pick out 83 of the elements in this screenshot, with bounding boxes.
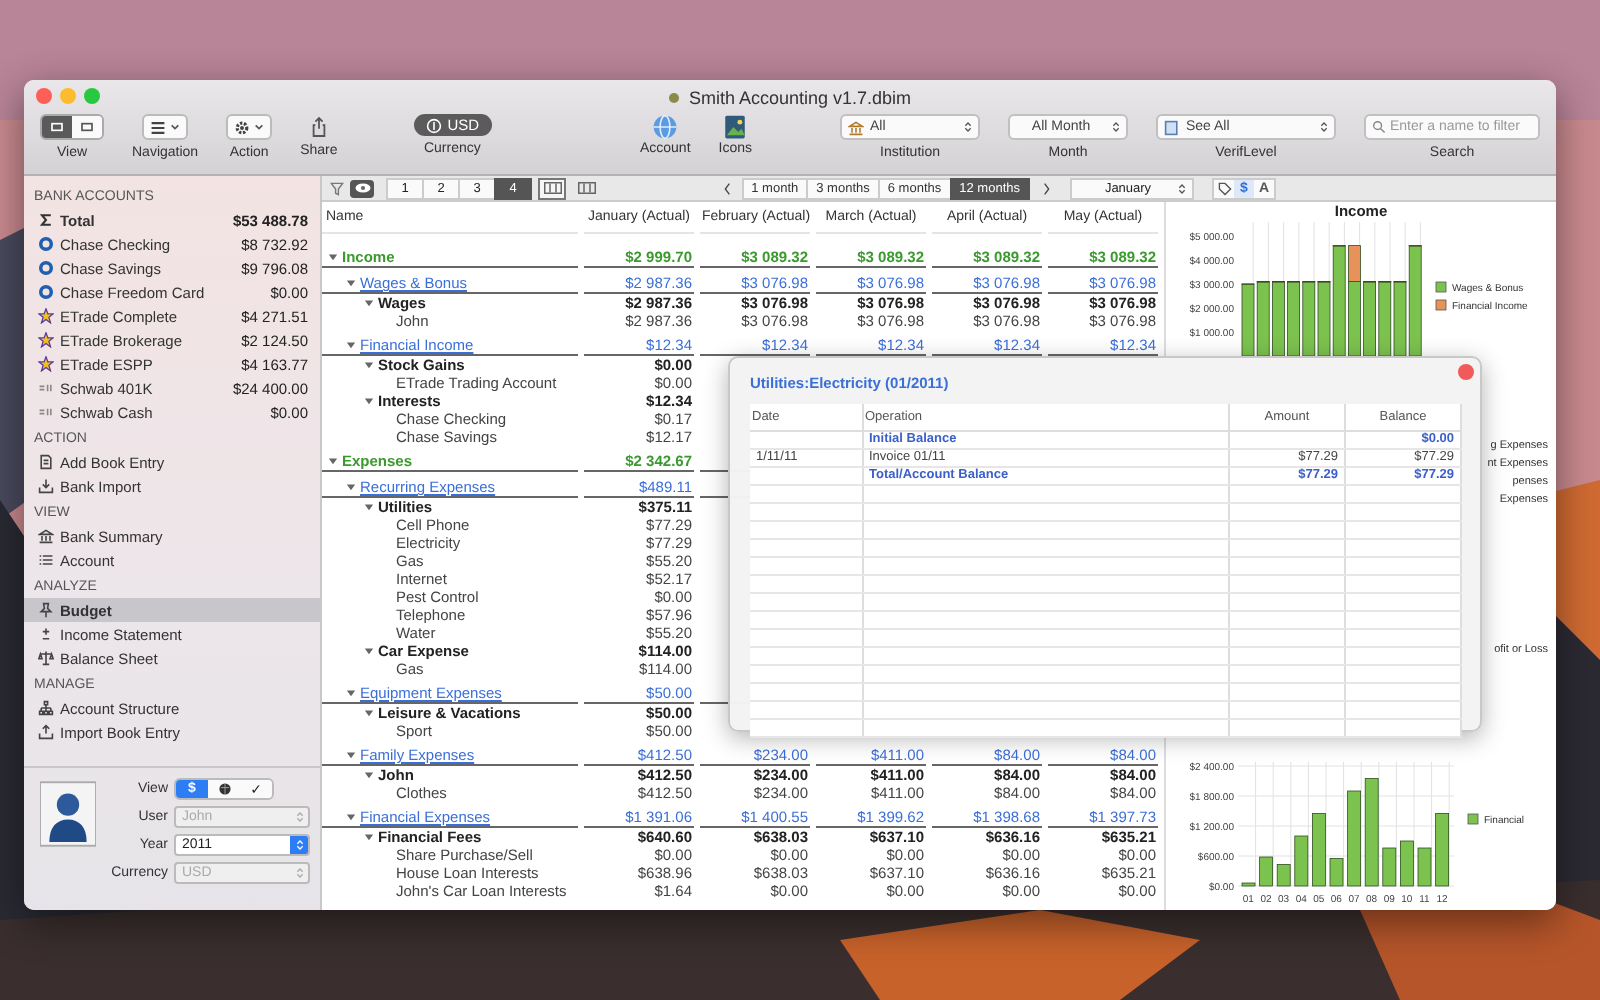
bank-icon <box>38 528 54 544</box>
disclosure-icon[interactable] <box>364 298 374 308</box>
view-mode-button[interactable] <box>42 116 72 138</box>
bar <box>1259 856 1273 887</box>
bar <box>1294 835 1309 887</box>
disclosure-icon[interactable] <box>346 688 356 698</box>
close-button[interactable] <box>1458 364 1474 380</box>
bar <box>1382 847 1397 887</box>
document-icon <box>38 454 54 470</box>
image-icon[interactable] <box>722 114 749 140</box>
navigation-button[interactable] <box>142 114 189 140</box>
columns-icon <box>577 182 595 194</box>
window-title: Smith Accounting v1.7.dbim <box>688 87 912 107</box>
disclosure-icon[interactable] <box>328 456 338 466</box>
up-down-icon <box>295 838 303 852</box>
bar <box>1435 813 1449 887</box>
caret-icon <box>254 122 265 132</box>
pin-icon <box>38 602 54 618</box>
up-down-icon <box>1320 120 1328 134</box>
star-icon <box>38 332 54 348</box>
disclosure-icon[interactable] <box>364 396 374 406</box>
download-icon <box>38 478 54 494</box>
scale-icon <box>38 650 54 666</box>
hierarchy-icon <box>38 700 54 716</box>
columns-icon <box>543 182 561 194</box>
bar <box>1347 790 1361 887</box>
up-down-icon <box>1112 120 1120 134</box>
up-down-icon <box>1178 181 1186 195</box>
disclosure-icon[interactable] <box>364 646 374 656</box>
caret-icon <box>170 122 181 132</box>
layout-button[interactable] <box>538 177 566 199</box>
window-icon <box>80 122 94 132</box>
bank-icon <box>848 119 864 135</box>
star-icon <box>38 308 54 324</box>
document-icon <box>668 91 681 103</box>
tag-button[interactable] <box>1214 179 1234 197</box>
user-silhouette-icon <box>40 780 96 848</box>
eye-icon <box>353 182 371 194</box>
window-icon <box>50 122 64 132</box>
page-icon <box>1164 119 1180 135</box>
up-down-icon <box>964 120 972 134</box>
up-down-icon <box>295 810 303 824</box>
up-down-icon <box>295 866 303 880</box>
globe-button[interactable] <box>208 780 240 798</box>
disclosure-icon[interactable] <box>364 502 374 512</box>
eye-button[interactable] <box>350 179 374 197</box>
bar <box>1241 882 1256 887</box>
chevron-left-icon <box>723 181 732 195</box>
plus-minus-icon <box>38 626 54 642</box>
lines-icon <box>38 380 54 396</box>
list-icon <box>38 552 54 568</box>
disclosure-icon[interactable] <box>364 708 374 718</box>
disclosure-icon[interactable] <box>364 360 374 370</box>
disclosure-icon[interactable] <box>364 770 374 780</box>
share-icon[interactable] <box>309 116 328 138</box>
filter-icon[interactable] <box>330 181 344 195</box>
bar <box>1400 840 1414 887</box>
bar <box>1276 864 1291 887</box>
action-button[interactable] <box>226 114 273 140</box>
bar <box>1364 778 1379 887</box>
sigma-icon <box>38 212 54 228</box>
coin-icon <box>425 117 442 133</box>
disclosure-icon[interactable] <box>346 340 356 350</box>
upload-icon <box>38 724 54 740</box>
disclosure-icon[interactable] <box>346 812 356 822</box>
star-icon <box>38 356 54 372</box>
disclosure-icon[interactable] <box>364 832 374 842</box>
disclosure-icon[interactable] <box>346 482 356 492</box>
tag-icon <box>1217 181 1231 195</box>
disclosure-icon[interactable] <box>346 278 356 288</box>
lines-icon <box>38 404 54 420</box>
gear-icon <box>234 119 251 135</box>
bar <box>1312 813 1326 887</box>
bar <box>1329 858 1344 887</box>
view-mode-button[interactable] <box>72 116 102 138</box>
layout-button[interactable] <box>572 177 600 199</box>
bar <box>1417 847 1432 887</box>
disclosure-icon[interactable] <box>346 750 356 760</box>
chevron-right-icon <box>1042 181 1050 195</box>
list-icon <box>150 119 167 135</box>
search-icon <box>1372 120 1386 134</box>
globe-icon <box>217 782 231 796</box>
disclosure-icon[interactable] <box>328 252 338 262</box>
